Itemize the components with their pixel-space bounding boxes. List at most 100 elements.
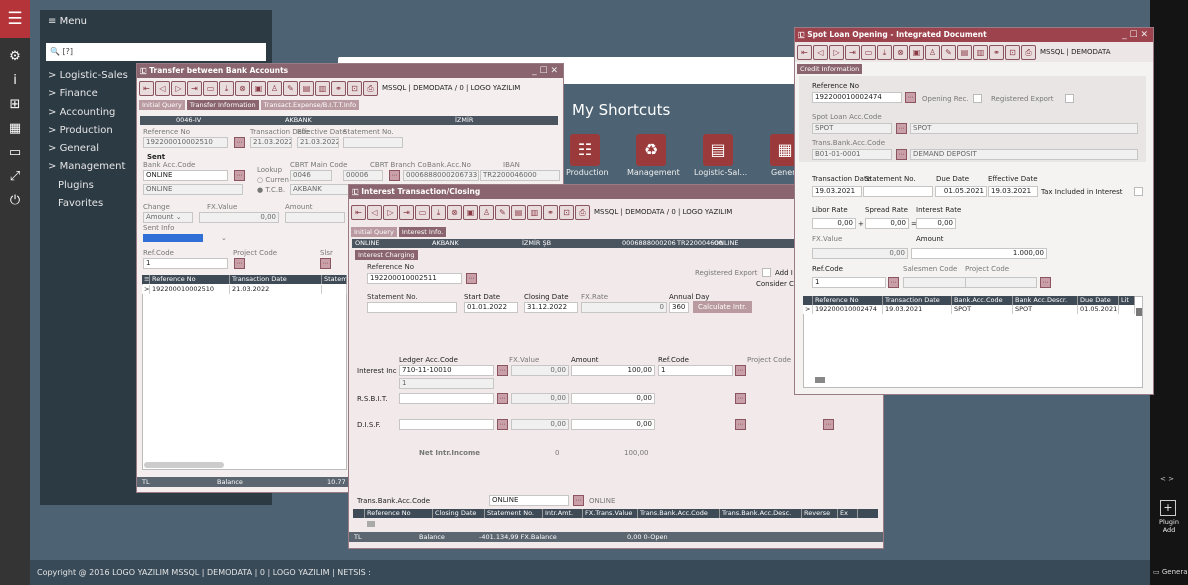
print-icon[interactable]: ⎙ [575,204,590,220]
link-icon[interactable]: ⚭ [331,80,346,96]
branch-lookup-icon[interactable]: ⋯ [389,170,400,181]
col-statement[interactable]: Statement No. [485,509,543,518]
tcb-radio[interactable]: ● T.C.B. [257,186,285,194]
folder-icon[interactable]: ▣ [909,44,924,60]
reference-lookup-icon[interactable]: ⋯ [234,137,245,148]
transaction-date-field[interactable]: 19.03.2021 [812,186,862,197]
prev-record-icon[interactable]: ◁ [155,80,170,96]
col-trans-bank-acc-desc[interactable]: Trans.Bank.Acc.Desc. [720,509,802,518]
plugin-add-label[interactable]: Plugin Add [1152,518,1186,534]
col-transaction-date[interactable]: Transaction Date [883,296,952,305]
col-reference[interactable]: Reference No [365,509,433,518]
cancel-icon[interactable]: ⊗ [235,80,250,96]
spot-loan-lookup-icon[interactable]: ⋯ [896,123,907,134]
new-icon[interactable]: ▭ [861,44,876,60]
new-icon[interactable]: ▭ [203,80,218,96]
interest-income-ledger[interactable]: 710-11-10010 [399,365,494,376]
management-shortcut-icon[interactable]: ♻ [636,134,666,166]
due-date-field[interactable]: 01.05.2021 [935,186,987,197]
fx-value-field[interactable]: 0,00 [812,248,908,259]
reference-field[interactable]: 192200010002511 [367,273,462,284]
next-record-icon[interactable]: ▷ [171,80,186,96]
sent-info-field[interactable] [143,234,203,242]
next-record-icon[interactable]: ▷ [383,204,398,220]
menu-header[interactable]: ≡ Menu [40,10,272,32]
window-controls[interactable]: _ ☐ ✕ [1122,28,1148,42]
registered-export-checkbox[interactable] [1065,94,1074,103]
hamburger-icon[interactable]: ☰ [0,0,30,38]
spot-loan-acc-field[interactable]: SPOT [812,123,892,134]
registered-export-checkbox[interactable] [762,268,771,277]
col-fx-trans-value[interactable]: FX.Trans.Value [583,509,638,518]
save-icon[interactable]: ⤓ [219,80,234,96]
ref-code-lookup-icon[interactable]: ⋯ [888,277,899,288]
interest-income-amount[interactable]: 100,00 [571,365,655,376]
col-transaction-date[interactable]: Transaction Date [230,275,322,284]
next-record-icon[interactable]: ▷ [829,44,844,60]
reference-field[interactable]: 192200010002474 [812,92,902,103]
col-interest-amount[interactable]: Intr.Amt. [543,509,583,518]
ref-lookup-icon[interactable]: ⋯ [735,365,746,376]
project-lookup-icon[interactable]: ⋯ [823,419,834,430]
interest-income-fx[interactable]: 0,00 [511,365,569,376]
transaction-date-field[interactable]: 21.03.2022 [250,137,292,148]
rsbit-amount[interactable]: 0,00 [571,393,655,404]
statement-field[interactable] [367,302,457,313]
col-closing-date[interactable]: Closing Date [433,509,485,518]
libor-rate-field[interactable]: 0,00 [812,218,856,229]
start-date-field[interactable]: 01.01.2022 [464,302,518,313]
window-titlebar[interactable]: 🇱 Spot Loan Opening - Integrated Documen… [795,28,1153,42]
statement-field[interactable] [863,186,933,197]
project-lookup-icon[interactable]: ⋯ [1040,277,1051,288]
col-due-date[interactable]: Due Date [1078,296,1119,305]
ref-code-lookup-icon[interactable]: ⋯ [234,258,245,269]
report-icon[interactable]: ▥ [973,44,988,60]
cbrt-bank-field[interactable]: AKBANK [290,184,350,195]
annual-day-field[interactable]: 360 [669,302,689,313]
project-lookup-icon[interactable]: ⋯ [320,258,331,269]
link-icon[interactable]: ⚭ [989,44,1004,60]
cbrt-branch-field[interactable]: 00006 [343,170,383,181]
last-record-icon[interactable]: ⇥ [845,44,860,60]
tab-transfer-information[interactable]: Transfer Information [186,100,259,110]
fx-value-field[interactable]: 0,00 [199,212,279,223]
power-icon[interactable]: ⏻ [0,188,30,212]
cancel-icon[interactable]: ⊗ [893,44,908,60]
production-shortcut-icon[interactable]: ☷ [570,134,600,166]
effective-date-field[interactable]: 21.03.2022 [297,137,339,148]
document-icon[interactable]: ▤ [299,80,314,96]
tax-included-checkbox[interactable] [1134,187,1143,196]
col-statement[interactable]: Statem [322,275,347,284]
ledger-lookup-icon[interactable]: ⋯ [497,419,508,430]
edit-icon[interactable]: ✎ [283,80,298,96]
change-select[interactable]: Amount ⌄ [143,212,193,223]
save-icon[interactable]: ⤓ [431,204,446,220]
calculate-interest-button[interactable]: Calculate Intr. [693,301,752,313]
spot-loan-desc[interactable]: SPOT [910,123,1138,134]
user-icon[interactable]: ♙ [479,204,494,220]
prev-record-icon[interactable]: ◁ [367,204,382,220]
spot-loan-window[interactable]: 🇱 Spot Loan Opening - Integrated Documen… [794,27,1154,395]
lock-icon[interactable]: ⊡ [347,80,362,96]
table-row[interactable]: > 192200010002474 19.03.2021 SPOT SPOT 0… [803,305,1135,314]
col-ex[interactable]: Ex [838,509,858,518]
first-record-icon[interactable]: ⇤ [351,204,366,220]
save-icon[interactable]: ⤓ [877,44,892,60]
ledger-lookup-icon[interactable]: ⋯ [497,365,508,376]
tab-transact-expense[interactable]: Transact.Expense/B.I.T.T.Info [260,100,360,110]
tab-initial-query[interactable]: Initial Query [351,227,397,237]
opening-rec-checkbox[interactable] [973,94,982,103]
tab-interest-info[interactable]: Interest Info. [398,227,447,237]
last-record-icon[interactable]: ⇥ [399,204,414,220]
report-icon[interactable]: ▥ [315,80,330,96]
ref-code-field[interactable]: 1 [143,258,228,269]
effective-date-field[interactable]: 19.03.2021 [988,186,1038,197]
amount-field[interactable]: 1.000,00 [911,248,1047,259]
trans-bank-acc-field[interactable]: B01-01-0001 [812,149,892,160]
sent-info-dropdown-icon[interactable]: ⌄ [221,234,227,242]
tab-credit-information[interactable]: Credit Information [797,64,863,74]
col-reference[interactable]: Reference No [150,275,230,284]
trans-bank-lookup-icon[interactable]: ⋯ [896,149,907,160]
shortcut-label-management[interactable]: Management [627,168,680,177]
bank-acc-no-field[interactable]: 0006888000206733 [403,170,479,181]
